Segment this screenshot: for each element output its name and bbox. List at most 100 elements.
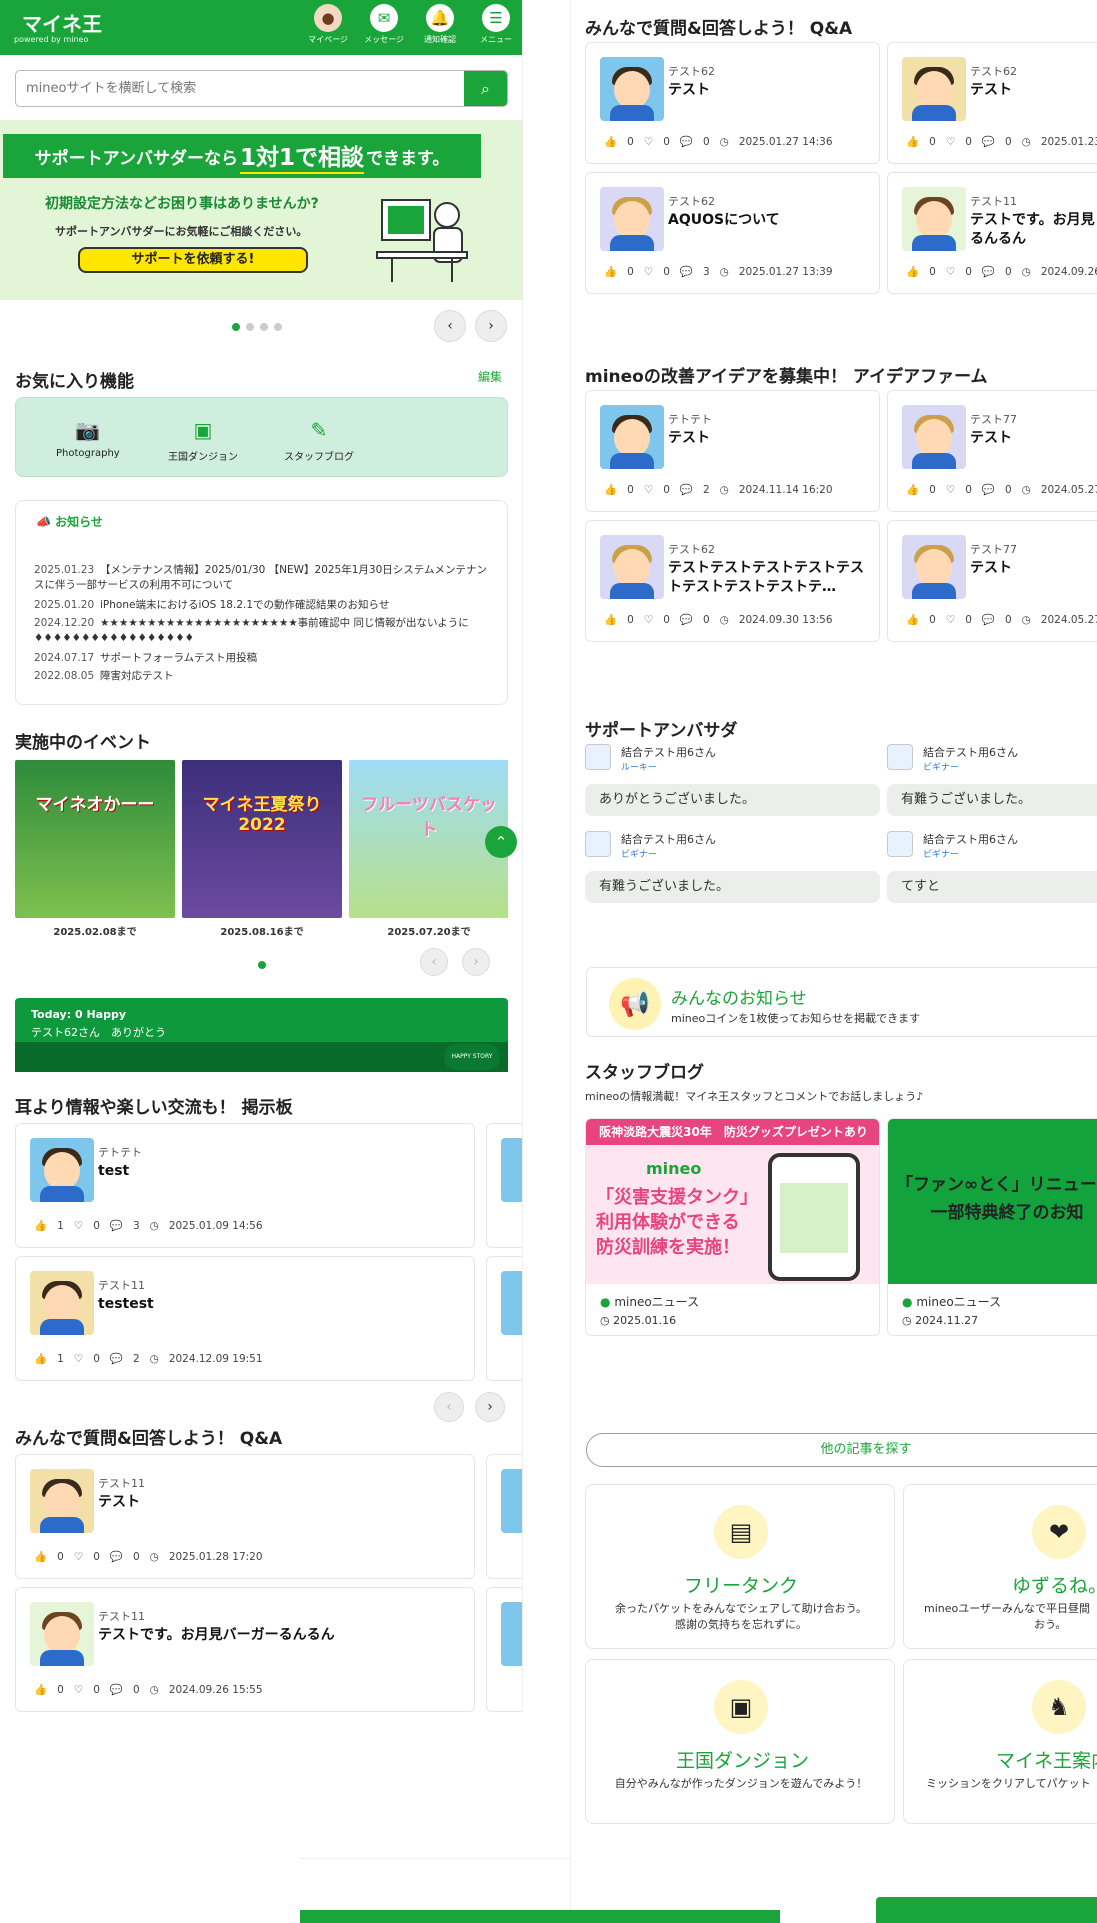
chat-username[interactable]: 結合テスト用6さん [621,831,716,847]
avatar[interactable] [30,1602,94,1666]
post-card-peek[interactable] [486,1123,522,1248]
banner-prev-button[interactable]: ‹ [434,310,466,342]
post-card[interactable]: テスト62 テストテストテストテストテストテストテストテストテ… 👍 0 ♡ 0 💬 0 ◷ 20… [585,520,880,642]
avatar[interactable] [902,187,966,251]
support-request-button[interactable]: サポートを依頼する! [78,247,308,273]
avatar[interactable] [600,187,664,251]
post-username[interactable]: テスト77 [970,411,1017,427]
post-card[interactable]: テスト11 テストです。お月見るんるん 👍 0 ♡ 0 💬 0 ◷ 2024.09.26 [887,172,1097,294]
avatar[interactable] [600,535,664,599]
search-input[interactable] [16,71,466,106]
post-username[interactable]: テスト11 [98,1608,145,1624]
nav-menu[interactable]: ☰ メニュー [468,4,522,45]
board-next-button[interactable]: › [475,1392,505,1422]
avatar[interactable] [600,405,664,469]
avatar[interactable] [30,1271,94,1335]
post-title[interactable]: テスト [970,81,1097,100]
find-other-articles-button[interactable]: 他の記事を探す [586,1433,1097,1467]
post-username[interactable]: テスト77 [970,541,1017,557]
blog-card[interactable]: 「ファン∞とく」リニューアル 一部特典終了のお知 ● mineoニュース ◷ 2… [887,1118,1097,1336]
favorite-photography[interactable]: 📷 Photography [56,418,120,459]
post-card[interactable]: テトテト テスト 👍 0 ♡ 0 💬 2 ◷ 2024.11.14 16:20 [585,390,880,512]
board-prev-button[interactable]: ‹ [434,1392,464,1422]
post-title[interactable]: テスト [668,429,871,448]
post-card-peek[interactable] [486,1454,522,1579]
chat-username[interactable]: 結合テスト用6さん [923,831,1018,847]
minna-notice-card[interactable]: 📢 みんなのお知らせ mineoコインを1枚使ってお知らせを掲載できます [586,967,1097,1037]
post-card-peek[interactable] [486,1256,522,1381]
user-avatar-icon[interactable] [887,831,913,857]
post-card[interactable]: テスト77 テスト 👍 0 ♡ 0 💬 0 ◷ 2024.05.27 [887,520,1097,642]
blog-tag[interactable]: ● mineoニュース [600,1293,699,1310]
nav-message[interactable]: ✉ メッセージ [356,4,412,45]
post-title[interactable]: テスト [668,81,871,100]
post-title[interactable]: テストです。お月見バーガーるんるん [98,1626,466,1645]
post-username[interactable]: テスト62 [668,541,715,557]
service-yuzurune[interactable]: ❤ ゆずるね。 mineoユーザーみんなで平日昼間おう。 [903,1484,1097,1649]
chat-username[interactable]: 結合テスト用6さん [621,744,716,760]
banner-next-button[interactable]: › [475,310,507,342]
post-title[interactable]: test [98,1162,466,1181]
post-username[interactable]: テスト11 [970,193,1017,209]
favorite-staff-blog[interactable]: ✎ スタッフブログ [284,418,354,463]
user-avatar-icon[interactable] [585,831,611,857]
notice-row[interactable]: 2024.12.20 ★★★★★★★★★★★★★★★★★★★★★事前確認中 同じ情… [34,616,494,646]
post-card[interactable]: テスト11 テストです。お月見バーガーるんるん 👍 0 ♡ 0 💬 0 ◷ 2024.09.26 … [15,1587,475,1712]
pager-dot[interactable] [232,323,240,331]
support-banner[interactable]: サポートアンバサダーなら 1対1で相談 できます。 初期設定方法などお困り事はあ… [0,120,522,300]
post-username[interactable]: テスト11 [98,1475,145,1491]
post-title[interactable]: テスト [970,429,1097,448]
post-title[interactable]: テストです。お月見るんるん [970,211,1097,249]
post-title[interactable]: テスト [970,559,1097,578]
post-card[interactable]: テスト62 テスト 👍 0 ♡ 0 💬 0 ◷ 2025.01.23 [887,42,1097,164]
post-username[interactable]: テトテト [98,1144,142,1160]
user-avatar-icon[interactable] [887,744,913,770]
favorite-dungeon[interactable]: ▣ 王国ダンジョン [168,418,238,463]
service-guide[interactable]: ♞ マイネ王案内 ミッションをクリアしてパケット [903,1659,1097,1824]
service-free-tank[interactable]: ▤ フリータンク 余ったパケットをみんなでシェアして助け合おう。 感謝の気持ちを忘… [585,1484,895,1649]
avatar[interactable] [902,535,966,599]
avatar[interactable] [30,1469,94,1533]
post-username[interactable]: テスト62 [668,63,715,79]
pager-dot[interactable] [274,323,282,331]
post-username[interactable]: テスト62 [668,193,715,209]
notice-row[interactable]: 2025.01.23 【メンテナンス情報】2025/01/30 【NEW】2025… [34,563,494,593]
notice-row[interactable]: 2024.07.17 サポートフォーラムテスト用投稿 [34,651,494,666]
post-card-peek[interactable] [486,1587,522,1712]
avatar[interactable] [902,405,966,469]
post-title[interactable]: テスト [98,1493,466,1512]
post-title[interactable]: AQUOSについて [668,211,871,230]
search-button[interactable]: ⌕ [464,71,507,106]
post-username[interactable]: テスト62 [970,63,1017,79]
post-username[interactable]: テトテト [668,411,712,427]
avatar[interactable] [30,1138,94,1202]
notice-row[interactable]: 2025.01.20 iPhone端末におけるiOS 18.2.1での動作確認結果… [34,598,494,613]
user-avatar-icon[interactable] [585,744,611,770]
post-card[interactable]: テスト11 testest 👍 1 ♡ 0 💬 2 ◷ 2024.12.09 19:51 [15,1256,475,1381]
favorites-edit-link[interactable]: 編集 [478,368,502,385]
chat-username[interactable]: 結合テスト用6さん [923,744,1018,760]
events-prev-button[interactable]: ‹ [420,948,448,976]
post-username[interactable]: テスト11 [98,1277,145,1293]
notice-row[interactable]: 2022.08.05 障害対応テスト [34,669,494,684]
events-next-button[interactable]: › [462,948,490,976]
service-dungeon[interactable]: ▣ 王国ダンジョン 自分やみんなが作ったダンジョンを遊んでみよう！ [585,1659,895,1824]
post-title[interactable]: testest [98,1295,466,1314]
pager-dot[interactable] [258,961,266,969]
event-card[interactable]: マイネ王夏祭り2022 [182,760,342,918]
post-title[interactable]: テストテストテストテストテストテストテストテストテ… [668,559,871,597]
blog-tag[interactable]: ● mineoニュース [902,1293,1001,1310]
post-card[interactable]: テスト11 テスト 👍 0 ♡ 0 💬 0 ◷ 2025.01.28 17:20 [15,1454,475,1579]
event-card[interactable]: マイネオかーー [15,760,175,918]
avatar[interactable] [600,57,664,121]
pager-dot[interactable] [246,323,254,331]
happy-story-banner[interactable]: Today: 0 Happy テスト62さん ありがとう HAPPY STORY [15,998,508,1072]
post-card[interactable]: テスト77 テスト 👍 0 ♡ 0 💬 0 ◷ 2024.05.27 [887,390,1097,512]
site-logo[interactable]: マイネ王 [22,8,102,37]
avatar[interactable] [902,57,966,121]
blog-card[interactable]: 阪神淡路大震災30年 防災グッズプレゼントあり mineo 「災害支援タンク」 … [585,1118,880,1336]
post-card[interactable]: テスト62 テスト 👍 0 ♡ 0 💬 0 ◷ 2025.01.27 14:36 [585,42,880,164]
pager-dot[interactable] [260,323,268,331]
nav-notification[interactable]: 🔔 通知確認 [412,4,468,45]
nav-mypage[interactable]: ● マイページ [300,4,356,45]
